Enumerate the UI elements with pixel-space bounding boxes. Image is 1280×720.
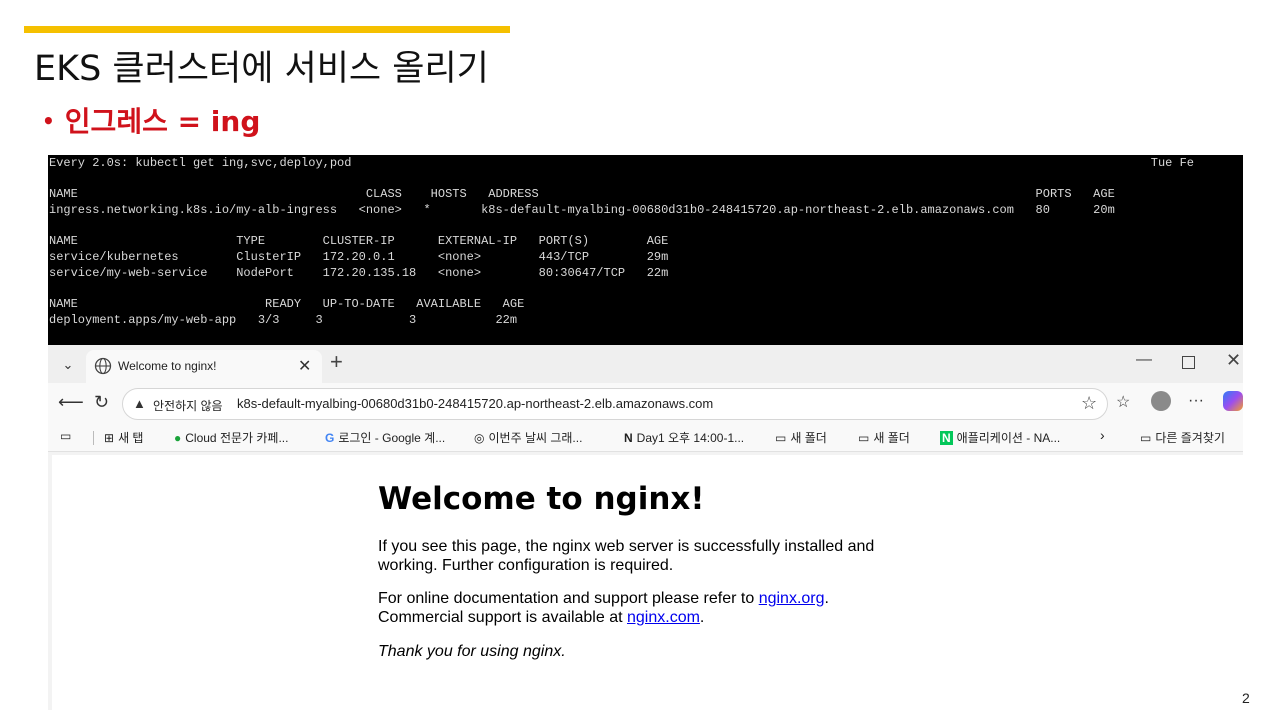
commercial-period: . [699,609,705,626]
bookmark-item[interactable]: ▭ 새 폴더 [775,429,827,446]
other-favorites-label: 다른 즐겨찾기 [1155,431,1225,445]
bullet-item: • 인그레스 = ing [42,100,260,140]
bookmark-label: 새 폴더 [873,431,910,445]
notion-icon: N [624,431,633,445]
terminal-window: Every 2.0s: kubectl get ing,svc,deploy,p… [48,155,1243,345]
tab-actions-chevron-down-icon[interactable]: ⌄ [56,353,80,377]
thanks-paragraph: Thank you for using nginx. [378,643,566,660]
bookmark-item[interactable]: N Day1 오후 14:00-1... [624,429,744,446]
bookmark-label: 애플리케이션 - NA... [956,431,1061,445]
new-tab-icon: ⊞ [104,431,115,445]
page-heading: Welcome to nginx! [378,481,705,517]
tab-welcome-nginx[interactable]: Welcome to nginx! ✕ [86,350,322,383]
bookmark-item[interactable]: ⊞ 새 탭 [104,429,143,446]
bookmark-label: Cloud 전문가 카페... [185,431,289,445]
tab-strip: ⌄ Welcome to nginx! ✕ + — ✕ [48,345,1243,383]
navigation-toolbar: ⟵ ↻ ▲ 안전하지 않음 k8s-default-myalbing-00680… [48,383,1243,425]
docs-period: . [824,590,829,607]
bookmark-label: 이번주 날씨 그래... [488,431,583,445]
security-status-label[interactable]: 안전하지 않음 [153,397,223,414]
globe-icon [94,357,112,375]
bookmarks-separator [93,431,94,445]
bookmark-item[interactable]: ◎ 이번주 날씨 그래... [474,429,582,446]
back-arrow-icon[interactable]: ⟵ [58,392,84,413]
bookmark-label: 새 탭 [118,431,144,445]
cafe-icon: ● [174,431,182,445]
commercial-text: Commercial support is available at [378,609,627,626]
naver-icon: N [940,431,953,445]
bookmark-item[interactable]: N 애플리케이션 - NA... [940,429,1060,446]
docs-paragraph: For online documentation and support ple… [378,589,898,627]
maximize-icon[interactable] [1182,356,1195,369]
bookmarks-menu-icon[interactable]: ▭ [60,429,71,443]
nginx-com-link[interactable]: nginx.com [627,609,700,626]
bookmarks-overflow-chevron-icon[interactable]: › [1100,427,1105,443]
profile-avatar[interactable] [1151,391,1171,411]
docs-text: For online documentation and support ple… [378,590,759,607]
bookmarks-bar: ▭ ⊞ 새 탭 ● Cloud 전문가 카페... G 로그인 - Google 계.… [48,425,1243,452]
bookmark-item[interactable]: ▭ 새 폴더 [858,429,910,446]
bullet-text: 인그레스 = ing [64,105,261,138]
tab-close-icon[interactable]: ✕ [298,356,311,376]
window-close-icon[interactable]: ✕ [1226,350,1241,371]
new-tab-plus-icon[interactable]: + [330,349,343,375]
terminal-line: Every 2.0s: kubectl get ing,svc,deploy,p… [49,156,1194,170]
favorites-list-icon[interactable]: ☆ [1116,392,1130,412]
browser-window: ⌄ Welcome to nginx! ✕ + — ✕ ⟵ ↻ ▲ 안전하지 않… [48,345,1243,710]
more-menu-icon[interactable]: ··· [1188,392,1204,410]
bookmark-item[interactable]: ● Cloud 전문가 카페... [174,429,288,446]
tab-title: Welcome to nginx! [118,359,217,373]
terminal-line: deployment.apps/my-web-app 3/3 3 3 22m [49,313,518,327]
bookmark-item[interactable]: G 로그인 - Google 계... [325,429,445,446]
terminal-line: NAME CLASS HOSTS ADDRESS PORTS AGE [49,187,1115,201]
terminal-line: ingress.networking.k8s.io/my-alb-ingress… [49,203,1115,217]
slide-title: EKS 클러스터에 서비스 올리기 [34,49,489,89]
google-icon: G [325,431,335,445]
terminal-line: NAME READY UP-TO-DATE AVAILABLE AGE [49,297,525,311]
nginx-org-link[interactable]: nginx.org [759,590,825,607]
url-text[interactable]: k8s-default-myalbing-00680d31b0-24841572… [237,396,713,411]
bookmark-label: 새 폴더 [790,431,827,445]
terminal-line: NAME TYPE CLUSTER-IP EXTERNAL-IP PORT(S)… [49,234,669,248]
intro-paragraph: If you see this page, the nginx web serv… [378,538,875,574]
minimize-icon[interactable]: — [1136,351,1152,369]
title-accent-bar [24,26,510,33]
warning-triangle-icon[interactable]: ▲ [133,396,146,411]
globe-icon: ◎ [474,431,485,445]
favorite-star-icon[interactable]: ☆ [1081,393,1097,414]
copilot-icon[interactable] [1223,391,1243,411]
terminal-line: service/my-web-service NodePort 172.20.1… [49,266,669,280]
folder-icon: ▭ [1140,431,1152,445]
folder-icon: ▭ [775,431,787,445]
address-bar[interactable]: ▲ 안전하지 않음 k8s-default-myalbing-00680d31b… [122,388,1108,420]
slide-number: 2 [1242,690,1250,706]
refresh-icon[interactable]: ↻ [94,392,109,413]
bookmark-label: 로그인 - Google 계... [338,431,446,445]
folder-icon: ▭ [858,431,870,445]
nginx-welcome-page: Welcome to nginx! If you see this page, … [52,455,1243,710]
bookmark-label: Day1 오후 14:00-1... [636,431,745,445]
other-favorites-folder[interactable]: ▭ 다른 즐겨찾기 [1140,429,1225,446]
bullet-dot: • [42,109,55,133]
terminal-line: service/kubernetes ClusterIP 172.20.0.1 … [49,250,669,264]
